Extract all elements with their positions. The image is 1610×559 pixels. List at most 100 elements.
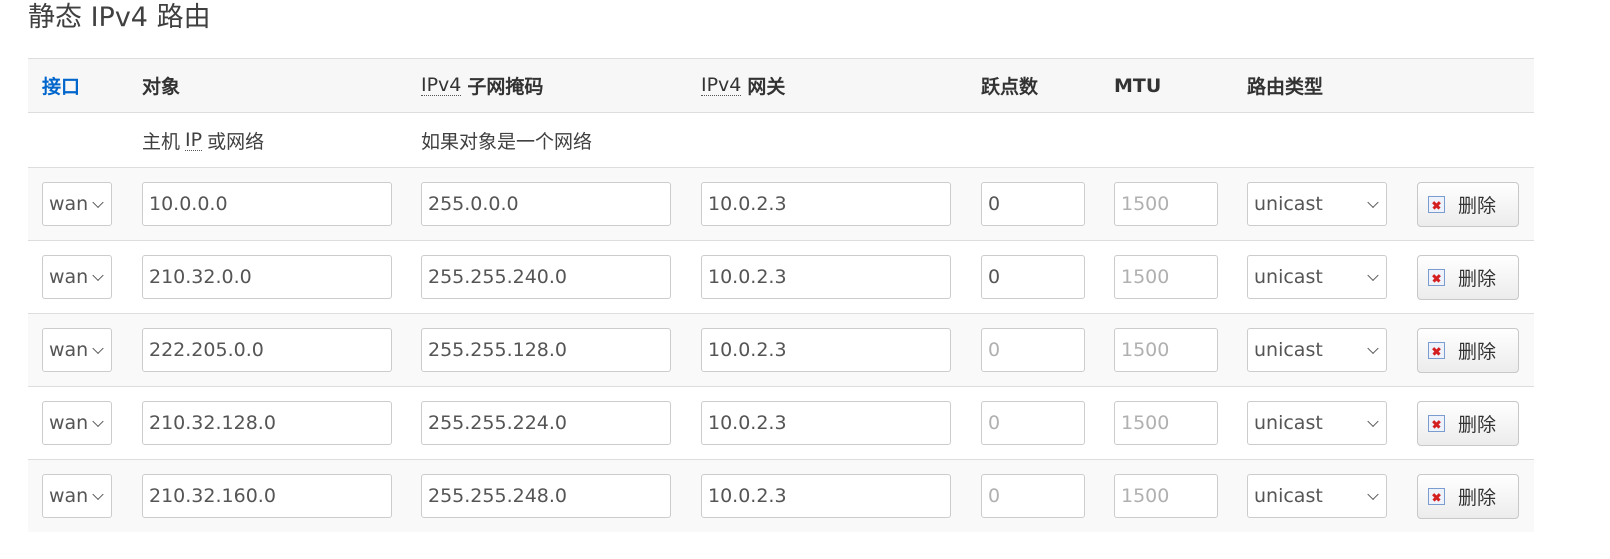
interface-select[interactable]: wan bbox=[42, 474, 112, 518]
delete-icon bbox=[1428, 487, 1445, 505]
header-target: 对象 bbox=[142, 76, 181, 98]
interface-value: wan bbox=[49, 485, 89, 507]
delete-button[interactable]: 删除 bbox=[1417, 327, 1519, 373]
table-description-row: 主机 IP 或网络 如果对象是一个网络 bbox=[28, 113, 1534, 167]
table-row: wan 210.32.128.0 255.255.224.0 10.0.2.3 … bbox=[28, 386, 1534, 459]
chevron-down-icon bbox=[92, 196, 104, 209]
interface-select[interactable]: wan bbox=[42, 255, 112, 299]
table-row: wan 210.32.160.0 255.255.248.0 10.0.2.3 … bbox=[28, 459, 1534, 532]
header-netmask: IPv4 子网掩码 bbox=[421, 59, 543, 112]
header-netmask-abbr: IPv4 bbox=[421, 74, 462, 96]
interface-cell: wan bbox=[42, 387, 112, 459]
interface-cell: wan bbox=[42, 460, 112, 532]
interface-select[interactable]: wan bbox=[42, 401, 112, 445]
netmask-description: 如果对象是一个网络 bbox=[421, 130, 593, 153]
table-row: wan 222.205.0.0 255.255.128.0 10.0.2.3 0… bbox=[28, 313, 1534, 386]
delete-button[interactable]: 删除 bbox=[1417, 254, 1519, 300]
target-cell: 10.0.0.0 bbox=[142, 168, 392, 240]
header-gateway: IPv4 网关 bbox=[701, 59, 785, 112]
gateway-cell: 10.0.2.3 bbox=[701, 460, 951, 532]
delete-label: 删除 bbox=[1458, 267, 1497, 290]
target-input[interactable]: 222.205.0.0 bbox=[142, 328, 392, 372]
mtu-cell: 1500 bbox=[1114, 241, 1218, 313]
chevron-down-icon bbox=[1367, 415, 1379, 428]
chevron-down-icon bbox=[1367, 488, 1379, 501]
mtu-input[interactable]: 1500 bbox=[1114, 255, 1218, 299]
metric-input[interactable]: 0 bbox=[981, 255, 1085, 299]
delete-label: 删除 bbox=[1458, 340, 1497, 363]
netmask-input[interactable]: 255.0.0.0 bbox=[421, 182, 671, 226]
metric-input[interactable]: 0 bbox=[981, 328, 1085, 372]
header-mtu: MTU bbox=[1114, 74, 1162, 97]
route-type-cell: unicast bbox=[1247, 387, 1387, 459]
gateway-input[interactable]: 10.0.2.3 bbox=[701, 255, 951, 299]
gateway-input[interactable]: 10.0.2.3 bbox=[701, 328, 951, 372]
header-gateway-label: 网关 bbox=[747, 76, 786, 98]
metric-input[interactable]: 0 bbox=[981, 474, 1085, 518]
delete-cell: 删除 bbox=[1417, 460, 1519, 532]
route-type-select[interactable]: unicast bbox=[1247, 474, 1387, 518]
delete-button[interactable]: 删除 bbox=[1417, 400, 1519, 446]
metric-input[interactable]: 0 bbox=[981, 182, 1085, 226]
table-row: wan 210.32.0.0 255.255.240.0 10.0.2.3 0 … bbox=[28, 240, 1534, 313]
interface-value: wan bbox=[49, 412, 89, 434]
interface-select[interactable]: wan bbox=[42, 328, 112, 372]
route-type-select[interactable]: unicast bbox=[1247, 401, 1387, 445]
target-input[interactable]: 210.32.160.0 bbox=[142, 474, 392, 518]
chevron-down-icon bbox=[92, 488, 104, 501]
chevron-down-icon bbox=[1367, 342, 1379, 355]
netmask-cell: 255.255.128.0 bbox=[421, 314, 671, 386]
delete-label: 删除 bbox=[1458, 194, 1497, 217]
gateway-input[interactable]: 10.0.2.3 bbox=[701, 474, 951, 518]
route-type-value: unicast bbox=[1254, 485, 1323, 507]
chevron-down-icon bbox=[92, 415, 104, 428]
mtu-cell: 1500 bbox=[1114, 460, 1218, 532]
mtu-input[interactable]: 1500 bbox=[1114, 182, 1218, 226]
target-description-suffix: 或网络 bbox=[207, 130, 265, 153]
target-input[interactable]: 10.0.0.0 bbox=[142, 182, 392, 226]
netmask-input[interactable]: 255.255.128.0 bbox=[421, 328, 671, 372]
route-type-value: unicast bbox=[1254, 266, 1323, 288]
header-gateway-abbr: IPv4 bbox=[701, 74, 742, 96]
netmask-input[interactable]: 255.255.248.0 bbox=[421, 474, 671, 518]
metric-cell: 0 bbox=[981, 241, 1085, 313]
target-cell: 210.32.0.0 bbox=[142, 241, 392, 313]
delete-label: 删除 bbox=[1458, 486, 1497, 509]
table-row: wan 10.0.0.0 255.0.0.0 10.0.2.3 0 1500 u… bbox=[28, 167, 1534, 240]
gateway-cell: 10.0.2.3 bbox=[701, 168, 951, 240]
target-description-abbr: IP bbox=[185, 128, 203, 151]
interface-cell: wan bbox=[42, 168, 112, 240]
table-header-row: 接口 对象 IPv4 子网掩码 IPv4 网关 跃点数 MTU 路由类型 bbox=[28, 58, 1534, 113]
target-cell: 210.32.128.0 bbox=[142, 387, 392, 459]
delete-cell: 删除 bbox=[1417, 387, 1519, 459]
netmask-input[interactable]: 255.255.224.0 bbox=[421, 401, 671, 445]
route-type-select[interactable]: unicast bbox=[1247, 182, 1387, 226]
mtu-input[interactable]: 1500 bbox=[1114, 474, 1218, 518]
chevron-down-icon bbox=[92, 269, 104, 282]
metric-cell: 0 bbox=[981, 314, 1085, 386]
delete-button[interactable]: 删除 bbox=[1417, 181, 1519, 227]
mtu-input[interactable]: 1500 bbox=[1114, 401, 1218, 445]
mtu-cell: 1500 bbox=[1114, 168, 1218, 240]
gateway-input[interactable]: 10.0.2.3 bbox=[701, 401, 951, 445]
mtu-input[interactable]: 1500 bbox=[1114, 328, 1218, 372]
interface-select[interactable]: wan bbox=[42, 182, 112, 226]
netmask-input[interactable]: 255.255.240.0 bbox=[421, 255, 671, 299]
metric-cell: 0 bbox=[981, 460, 1085, 532]
route-type-cell: unicast bbox=[1247, 460, 1387, 532]
netmask-cell: 255.0.0.0 bbox=[421, 168, 671, 240]
gateway-input[interactable]: 10.0.2.3 bbox=[701, 182, 951, 226]
delete-button[interactable]: 删除 bbox=[1417, 473, 1519, 519]
static-routes-table: 接口 对象 IPv4 子网掩码 IPv4 网关 跃点数 MTU 路由类型 主机 … bbox=[28, 58, 1534, 532]
target-description-prefix: 主机 bbox=[142, 130, 181, 153]
metric-cell: 0 bbox=[981, 387, 1085, 459]
route-type-select[interactable]: unicast bbox=[1247, 328, 1387, 372]
chevron-down-icon bbox=[92, 342, 104, 355]
header-interface[interactable]: 接口 bbox=[42, 59, 80, 112]
route-type-select[interactable]: unicast bbox=[1247, 255, 1387, 299]
target-input[interactable]: 210.32.128.0 bbox=[142, 401, 392, 445]
target-input[interactable]: 210.32.0.0 bbox=[142, 255, 392, 299]
mtu-cell: 1500 bbox=[1114, 314, 1218, 386]
metric-input[interactable]: 0 bbox=[981, 401, 1085, 445]
gateway-cell: 10.0.2.3 bbox=[701, 314, 951, 386]
